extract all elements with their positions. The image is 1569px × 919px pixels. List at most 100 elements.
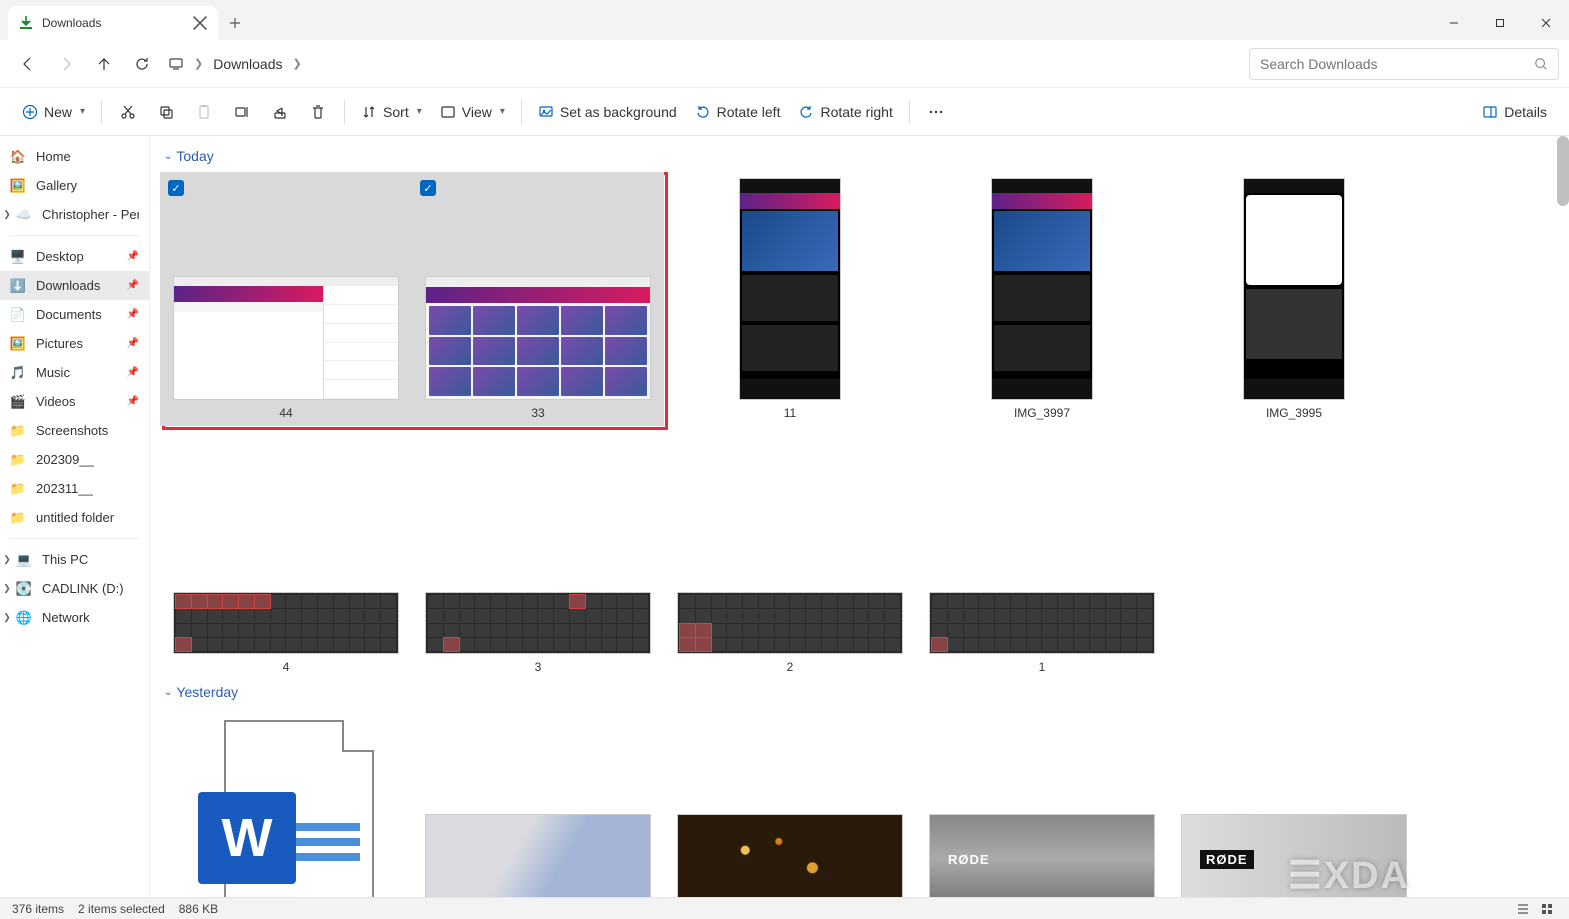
sidebar-item-videos[interactable]: 🎬Videos📌	[0, 387, 149, 416]
forward-button[interactable]	[48, 46, 84, 82]
copy-button[interactable]	[148, 96, 184, 128]
file-thumbnail	[677, 814, 903, 897]
file-item[interactable]: IMG_3995	[1168, 172, 1420, 426]
sidebar-item-folder[interactable]: 📁202309__	[0, 445, 149, 474]
navigation-pane: 🏠Home 🖼️Gallery ❯☁️Christopher - Perso 🖥…	[0, 136, 150, 897]
file-item[interactable]: 11	[664, 172, 916, 426]
file-name: 33	[531, 406, 544, 422]
file-name: IMG_3995	[1266, 406, 1322, 422]
sidebar-item-downloads[interactable]: ⬇️Downloads📌	[0, 271, 149, 300]
search-box[interactable]	[1249, 48, 1559, 80]
nav-bar: ❯ Downloads ❯	[0, 40, 1569, 88]
details-view-button[interactable]	[1513, 900, 1533, 918]
file-item[interactable]: RØDE ☰XDA	[1168, 708, 1420, 897]
file-list[interactable]: ⌄Today ✓ 44 ✓ 33	[150, 136, 1569, 897]
sidebar-item-music[interactable]: 🎵Music📌	[0, 358, 149, 387]
sidebar-item-desktop[interactable]: 🖥️Desktop📌	[0, 242, 149, 271]
file-item[interactable]: 1	[916, 426, 1168, 680]
file-item[interactable]	[412, 708, 664, 897]
active-tab[interactable]: Downloads	[8, 6, 218, 40]
videos-icon: 🎬	[10, 394, 26, 410]
new-tab-button[interactable]	[218, 6, 252, 40]
file-thumbnail	[425, 814, 651, 897]
file-thumbnail	[173, 592, 399, 654]
cloud-icon: ☁️	[16, 207, 32, 223]
gallery-icon: 🖼️	[10, 178, 26, 194]
file-item[interactable]: ✓ 33	[412, 172, 664, 426]
up-button[interactable]	[86, 46, 122, 82]
chevron-right-icon: ❯	[286, 57, 307, 70]
refresh-button[interactable]	[124, 46, 160, 82]
delete-button[interactable]	[300, 96, 336, 128]
minimize-button[interactable]	[1431, 6, 1477, 40]
file-name: 11	[784, 406, 796, 422]
file-item[interactable]: 3	[412, 426, 664, 680]
file-name: 1	[1039, 660, 1046, 676]
sidebar-item-home[interactable]: 🏠Home	[0, 142, 149, 171]
sidebar-item-pictures[interactable]: 🖼️Pictures📌	[0, 329, 149, 358]
drive-icon: 💽	[16, 581, 32, 597]
new-button[interactable]: New ▾	[14, 96, 93, 128]
rotate-right-button[interactable]: Rotate right	[790, 96, 900, 128]
paste-button[interactable]	[186, 96, 222, 128]
sidebar-item-gallery[interactable]: 🖼️Gallery	[0, 171, 149, 200]
desktop-icon: 🖥️	[10, 249, 26, 265]
network-icon: 🌐	[16, 610, 32, 626]
breadcrumb[interactable]: ❯ Downloads ❯	[162, 56, 1247, 72]
close-tab-button[interactable]	[192, 15, 208, 31]
downloads-icon	[18, 15, 34, 31]
view-button[interactable]: View▾	[432, 96, 513, 128]
pc-icon	[168, 56, 184, 72]
rotate-left-button[interactable]: Rotate left	[687, 96, 789, 128]
back-button[interactable]	[10, 46, 46, 82]
sidebar-item-screenshots[interactable]: 📁Screenshots	[0, 416, 149, 445]
close-window-button[interactable]	[1523, 6, 1569, 40]
file-item[interactable]: IMG_3997	[916, 172, 1168, 426]
search-input[interactable]	[1260, 56, 1534, 72]
folder-icon: 📁	[10, 423, 26, 439]
sidebar-item-onedrive[interactable]: ❯☁️Christopher - Perso	[0, 200, 149, 229]
file-item[interactable]: W	[160, 708, 412, 897]
sidebar-item-folder[interactable]: 📁202311__	[0, 474, 149, 503]
expand-icon[interactable]: ❯	[2, 554, 12, 565]
file-thumbnail	[929, 592, 1155, 654]
group-header-today[interactable]: ⌄Today	[160, 144, 1559, 172]
pc-icon: 💻	[16, 552, 32, 568]
share-button[interactable]	[262, 96, 298, 128]
set-background-button[interactable]: Set as background	[530, 96, 685, 128]
selection-check-icon: ✓	[168, 180, 184, 196]
file-item[interactable]: 2	[664, 426, 916, 680]
file-item[interactable]: ✓ 44	[160, 172, 412, 426]
expand-icon[interactable]: ❯	[2, 209, 12, 220]
expand-icon[interactable]: ❯	[2, 583, 12, 594]
maximize-button[interactable]	[1477, 6, 1523, 40]
status-bar: 376 items 2 items selected 886 KB	[0, 897, 1569, 919]
status-item-count: 376 items	[12, 902, 64, 916]
window-controls	[1431, 6, 1569, 40]
breadcrumb-current[interactable]: Downloads	[213, 56, 282, 72]
sidebar-item-folder[interactable]: 📁untitled folder	[0, 503, 149, 532]
file-item[interactable]	[664, 708, 916, 897]
folder-icon: 📁	[10, 481, 26, 497]
sort-button[interactable]: Sort▾	[353, 96, 430, 128]
sidebar-item-network[interactable]: ❯🌐Network	[0, 603, 149, 632]
file-item[interactable]: RØDE	[916, 708, 1168, 897]
sidebar-item-drive[interactable]: ❯💽CADLINK (D:)	[0, 574, 149, 603]
pin-icon: 📌	[127, 309, 139, 320]
file-thumbnail	[677, 592, 903, 654]
pin-icon: 📌	[127, 367, 139, 378]
thumbnails-view-button[interactable]	[1537, 900, 1557, 918]
more-button[interactable]	[918, 96, 954, 128]
pin-icon: 📌	[127, 338, 139, 349]
cut-button[interactable]	[110, 96, 146, 128]
file-item[interactable]: 4	[160, 426, 412, 680]
sidebar-item-documents[interactable]: 📄Documents📌	[0, 300, 149, 329]
chevron-down-icon: ▾	[417, 106, 422, 117]
rename-button[interactable]	[224, 96, 260, 128]
details-pane-button[interactable]: Details	[1474, 96, 1555, 128]
tab-title: Downloads	[42, 16, 184, 30]
expand-icon[interactable]: ❯	[2, 612, 12, 623]
group-header-yesterday[interactable]: ⌄Yesterday	[160, 680, 1559, 708]
sidebar-item-thispc[interactable]: ❯💻This PC	[0, 545, 149, 574]
command-bar: New ▾ Sort▾ View▾ Set as background Rota…	[0, 88, 1569, 136]
